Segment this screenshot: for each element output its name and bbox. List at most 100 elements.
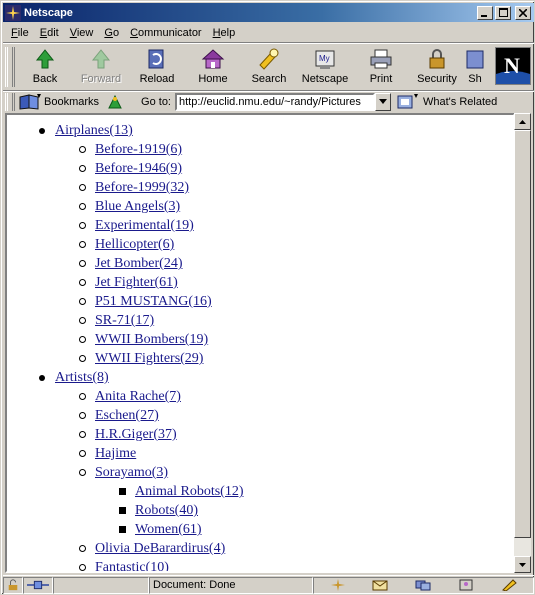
subcategory-link[interactable]: Before-1919(6) <box>95 142 182 157</box>
shop-label: Sh <box>468 73 482 85</box>
menu-help[interactable]: Help <box>213 27 236 39</box>
circle-bullet <box>79 279 86 286</box>
security-status[interactable] <box>3 576 23 594</box>
subcategory-link[interactable]: P51 MUSTANG(16) <box>95 294 212 309</box>
close-button[interactable] <box>515 5 531 20</box>
subcategory-link[interactable]: Hellicopter(6) <box>95 237 174 252</box>
subsubcategory-link[interactable]: Robots(40) <box>135 503 198 518</box>
url-input[interactable]: http://euclid.nmu.edu/~randy/Pictures <box>175 92 375 111</box>
back-label: Back <box>32 73 58 85</box>
location-toolbar-grip[interactable] <box>5 92 15 111</box>
scroll-thumb[interactable] <box>514 130 531 538</box>
circle-bullet <box>79 241 86 248</box>
composer-icon[interactable] <box>501 579 517 591</box>
subcategory-link[interactable]: Jet Bomber(24) <box>95 256 182 271</box>
menu-go[interactable]: Go <box>104 27 119 39</box>
maximize-button[interactable] <box>495 5 511 20</box>
circle-bullet <box>79 336 86 343</box>
navigator-icon[interactable] <box>330 579 345 591</box>
circle-bullet <box>79 469 86 476</box>
toolbar-grip[interactable] <box>5 47 15 87</box>
subsubcategory-link[interactable]: Women(61) <box>135 522 202 537</box>
subcategory-link[interactable]: Anita Rache(7) <box>95 389 181 404</box>
category-link[interactable]: Airplanes(13) <box>55 123 133 138</box>
address-book-icon[interactable] <box>458 579 474 591</box>
circle-bullet <box>79 298 86 305</box>
subcategory-link[interactable]: Olivia DeBarardirus(4) <box>95 541 225 556</box>
list-item: Before-1946(9) <box>7 159 513 178</box>
shop-button[interactable]: Sh <box>465 45 485 87</box>
close-icon <box>519 8 527 17</box>
subcategory-link[interactable]: H.R.Giger(37) <box>95 427 177 442</box>
printer-icon <box>370 49 392 69</box>
whats-related-icon <box>397 93 418 108</box>
subcategory-link[interactable]: WWII Bombers(19) <box>95 332 208 347</box>
whats-related-button[interactable]: What's Related <box>397 93 498 110</box>
mail-icon[interactable] <box>372 579 388 591</box>
subcategory-link[interactable]: Hajime <box>95 446 136 461</box>
subcategory-link[interactable]: Before-1946(9) <box>95 161 182 176</box>
menu-view[interactable]: View <box>70 27 94 39</box>
category-link[interactable]: Artists(8) <box>55 370 109 385</box>
list-item: Hellicopter(6) <box>7 235 513 254</box>
list-item: Sorayamo(3) <box>7 463 513 482</box>
scroll-down-button[interactable] <box>514 556 531 573</box>
circle-bullet <box>79 355 86 362</box>
subcategory-link[interactable]: SR-71(17) <box>95 313 154 328</box>
reload-button[interactable]: Reload <box>129 45 185 87</box>
search-label: Search <box>251 73 287 85</box>
menu-edit[interactable]: Edit <box>40 27 59 39</box>
list-item: Olivia DeBarardirus(4) <box>7 539 513 558</box>
netscape-logo[interactable]: N <box>495 47 531 85</box>
svg-text:My: My <box>319 54 330 63</box>
subcategory-link[interactable]: Experimental(19) <box>95 218 194 233</box>
bookmarks-button[interactable]: Bookmarks <box>19 93 100 110</box>
whats-related-label: What's Related <box>423 95 498 108</box>
subcategory-link[interactable]: WWII Fighters(29) <box>95 351 203 366</box>
subcategory-link[interactable]: Sorayamo(3) <box>95 465 168 480</box>
my-netscape-icon: My <box>315 50 335 69</box>
list-item: Experimental(19) <box>7 216 513 235</box>
list-item: Robots(40) <box>7 501 513 520</box>
shop-icon <box>466 50 484 69</box>
bookmarks-label: Bookmarks <box>44 95 100 108</box>
down-arrow-icon <box>519 562 526 567</box>
menu-file[interactable]: File <box>11 27 29 39</box>
subsubcategory-link[interactable]: Animal Robots(12) <box>135 484 244 499</box>
location-icon[interactable] <box>107 94 125 110</box>
subcategory-link[interactable]: Jet Fighter(61) <box>95 275 178 290</box>
home-button[interactable]: Home <box>185 45 241 87</box>
menu-communicator[interactable]: Communicator <box>130 27 202 39</box>
vertical-scrollbar[interactable] <box>514 113 531 573</box>
list-item: WWII Fighters(29) <box>7 349 513 368</box>
security-button[interactable]: Security <box>409 45 465 87</box>
component-bar <box>313 576 534 594</box>
print-button[interactable]: Print <box>353 45 409 87</box>
list-item: WWII Bombers(19) <box>7 330 513 349</box>
minimize-button[interactable] <box>477 5 493 20</box>
subcategory-link[interactable]: Eschen(27) <box>95 408 159 423</box>
circle-bullet <box>79 146 86 153</box>
list-item: Artists(8) <box>7 368 513 387</box>
search-button[interactable]: Search <box>241 45 297 87</box>
reload-icon <box>148 49 164 69</box>
square-bullet <box>119 488 126 495</box>
circle-bullet <box>79 393 86 400</box>
forward-button[interactable]: Forward <box>73 45 129 87</box>
subcategory-link[interactable]: Before-1999(32) <box>95 180 189 195</box>
subcategory-link[interactable]: Blue Angels(3) <box>95 199 180 214</box>
netscape-n-icon: N <box>496 48 530 84</box>
location-toolbar: Bookmarks Go to: http://euclid.nmu.edu/~… <box>3 90 534 112</box>
back-button[interactable]: Back <box>17 45 73 87</box>
list-item: Animal Robots(12) <box>7 482 513 501</box>
url-history-dropdown[interactable] <box>375 92 391 111</box>
my-netscape-button[interactable]: My Netscape <box>297 45 353 87</box>
scroll-up-button[interactable] <box>514 113 531 130</box>
subcategory-link[interactable]: Fantastic(10) <box>95 560 169 571</box>
padlock-icon <box>429 49 445 69</box>
circle-bullet <box>79 317 86 324</box>
search-icon <box>259 48 279 70</box>
connection-status[interactable] <box>23 576 53 594</box>
newsgroups-icon[interactable] <box>415 579 431 591</box>
status-text: Document: Done <box>149 576 313 594</box>
